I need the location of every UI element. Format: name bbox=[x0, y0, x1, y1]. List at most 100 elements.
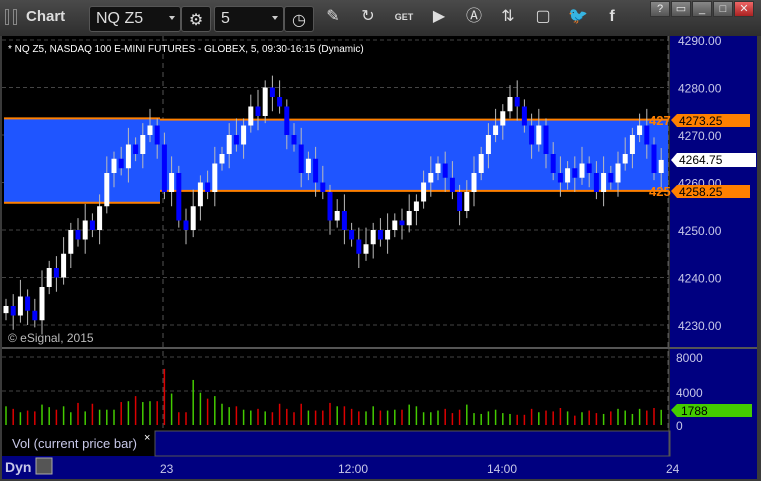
candle-body bbox=[485, 135, 491, 154]
candle-body bbox=[305, 158, 311, 173]
candle-body bbox=[442, 163, 448, 178]
candle-body bbox=[32, 310, 38, 321]
candle-body bbox=[161, 144, 167, 192]
candle-body bbox=[125, 144, 131, 169]
candle-body bbox=[428, 173, 434, 183]
lock-icon[interactable] bbox=[35, 457, 53, 475]
candle-body bbox=[406, 211, 412, 226]
candle-body bbox=[363, 244, 369, 254]
candle-body bbox=[46, 268, 52, 287]
time-label: 24 bbox=[666, 462, 680, 476]
time-axis[interactable] bbox=[2, 456, 757, 479]
candle-body bbox=[241, 125, 247, 145]
candle-body bbox=[39, 287, 45, 321]
candle-body bbox=[601, 173, 607, 192]
candle-body bbox=[521, 106, 527, 126]
candle-body bbox=[622, 154, 628, 164]
candle-body bbox=[291, 135, 297, 145]
candle-body bbox=[637, 125, 643, 135]
candle-body bbox=[392, 220, 398, 230]
price-tick: 4250.00 bbox=[678, 224, 722, 238]
candle-body bbox=[608, 173, 614, 183]
candle-body bbox=[133, 144, 139, 154]
candle-body bbox=[284, 106, 290, 135]
candle-body bbox=[550, 154, 556, 173]
volume-close-icon[interactable]: × bbox=[144, 432, 150, 444]
candle-body bbox=[61, 253, 67, 278]
candle-body bbox=[97, 206, 103, 230]
candle-body bbox=[226, 135, 232, 154]
candle-body bbox=[557, 173, 563, 183]
chart-area[interactable]: 4290.004280.004270.004260.004250.004240.… bbox=[0, 0, 761, 481]
candle-body bbox=[140, 135, 146, 154]
candle-body bbox=[370, 230, 376, 245]
candle-body bbox=[543, 125, 549, 154]
dyn-label: Dyn bbox=[5, 459, 31, 475]
candle-body bbox=[586, 163, 592, 173]
candle-body bbox=[572, 168, 578, 178]
candle-body bbox=[536, 125, 542, 145]
volume-label: Vol (current price bar) bbox=[12, 436, 137, 451]
candle-body bbox=[349, 230, 355, 240]
candle-body bbox=[118, 158, 124, 169]
candle-body bbox=[197, 182, 203, 207]
candle-body bbox=[68, 230, 74, 254]
price-tick: 4230.00 bbox=[678, 319, 722, 333]
copyright: © eSignal, 2015 bbox=[8, 331, 94, 345]
chart-background bbox=[2, 36, 757, 479]
candle-body bbox=[478, 154, 484, 173]
time-label: 23 bbox=[160, 462, 174, 476]
candle-body bbox=[17, 296, 23, 316]
candle-body bbox=[269, 87, 275, 97]
candle-body bbox=[421, 182, 427, 202]
candle-body bbox=[104, 173, 110, 207]
volume-tick: 4000 bbox=[676, 386, 703, 400]
candle-body bbox=[493, 125, 499, 135]
support-resistance-zone bbox=[4, 118, 160, 203]
candle-body bbox=[385, 230, 391, 240]
price-tick: 4240.00 bbox=[678, 272, 722, 286]
candle-body bbox=[514, 97, 520, 107]
candle-body bbox=[277, 97, 283, 107]
volume-last: 1788 bbox=[681, 404, 708, 418]
candle-body bbox=[565, 168, 571, 183]
level-high-price: 4273.25 bbox=[679, 114, 723, 128]
time-label: 12:00 bbox=[338, 462, 368, 476]
last-price: 4264.75 bbox=[679, 153, 723, 167]
candle-body bbox=[579, 163, 585, 178]
candle-body bbox=[248, 106, 254, 126]
candle-body bbox=[205, 182, 211, 192]
candle-body bbox=[176, 173, 182, 221]
candle-body bbox=[3, 306, 9, 314]
candle-body bbox=[449, 177, 455, 192]
candle-body bbox=[82, 220, 88, 240]
candle-body bbox=[233, 135, 239, 145]
candle-body bbox=[435, 163, 441, 173]
candle-body bbox=[464, 192, 470, 211]
price-tick: 4270.00 bbox=[678, 129, 722, 143]
candle-body bbox=[147, 125, 153, 135]
candle-body bbox=[500, 111, 506, 126]
price-tick: 4280.00 bbox=[678, 82, 722, 96]
candle-body bbox=[111, 158, 117, 173]
level-low-label: 425 bbox=[649, 184, 671, 199]
candle-body bbox=[219, 154, 225, 164]
candle-body bbox=[413, 201, 419, 211]
candle-body bbox=[593, 173, 599, 192]
candle-body bbox=[10, 306, 16, 316]
candle-body bbox=[298, 144, 304, 173]
candle-body bbox=[356, 239, 362, 254]
candle-body bbox=[507, 97, 513, 112]
level-low-price: 4258.25 bbox=[679, 185, 723, 199]
candle-body bbox=[644, 125, 650, 145]
candle-body bbox=[154, 125, 160, 145]
time-label: 14:00 bbox=[487, 462, 517, 476]
candle-body bbox=[629, 135, 635, 154]
candle-body bbox=[399, 220, 405, 226]
candle-body bbox=[651, 144, 657, 173]
candle-body bbox=[471, 173, 477, 192]
candle-body bbox=[327, 192, 333, 221]
candle-body bbox=[615, 163, 621, 183]
candle-body bbox=[334, 211, 340, 221]
candle-body bbox=[212, 163, 218, 192]
